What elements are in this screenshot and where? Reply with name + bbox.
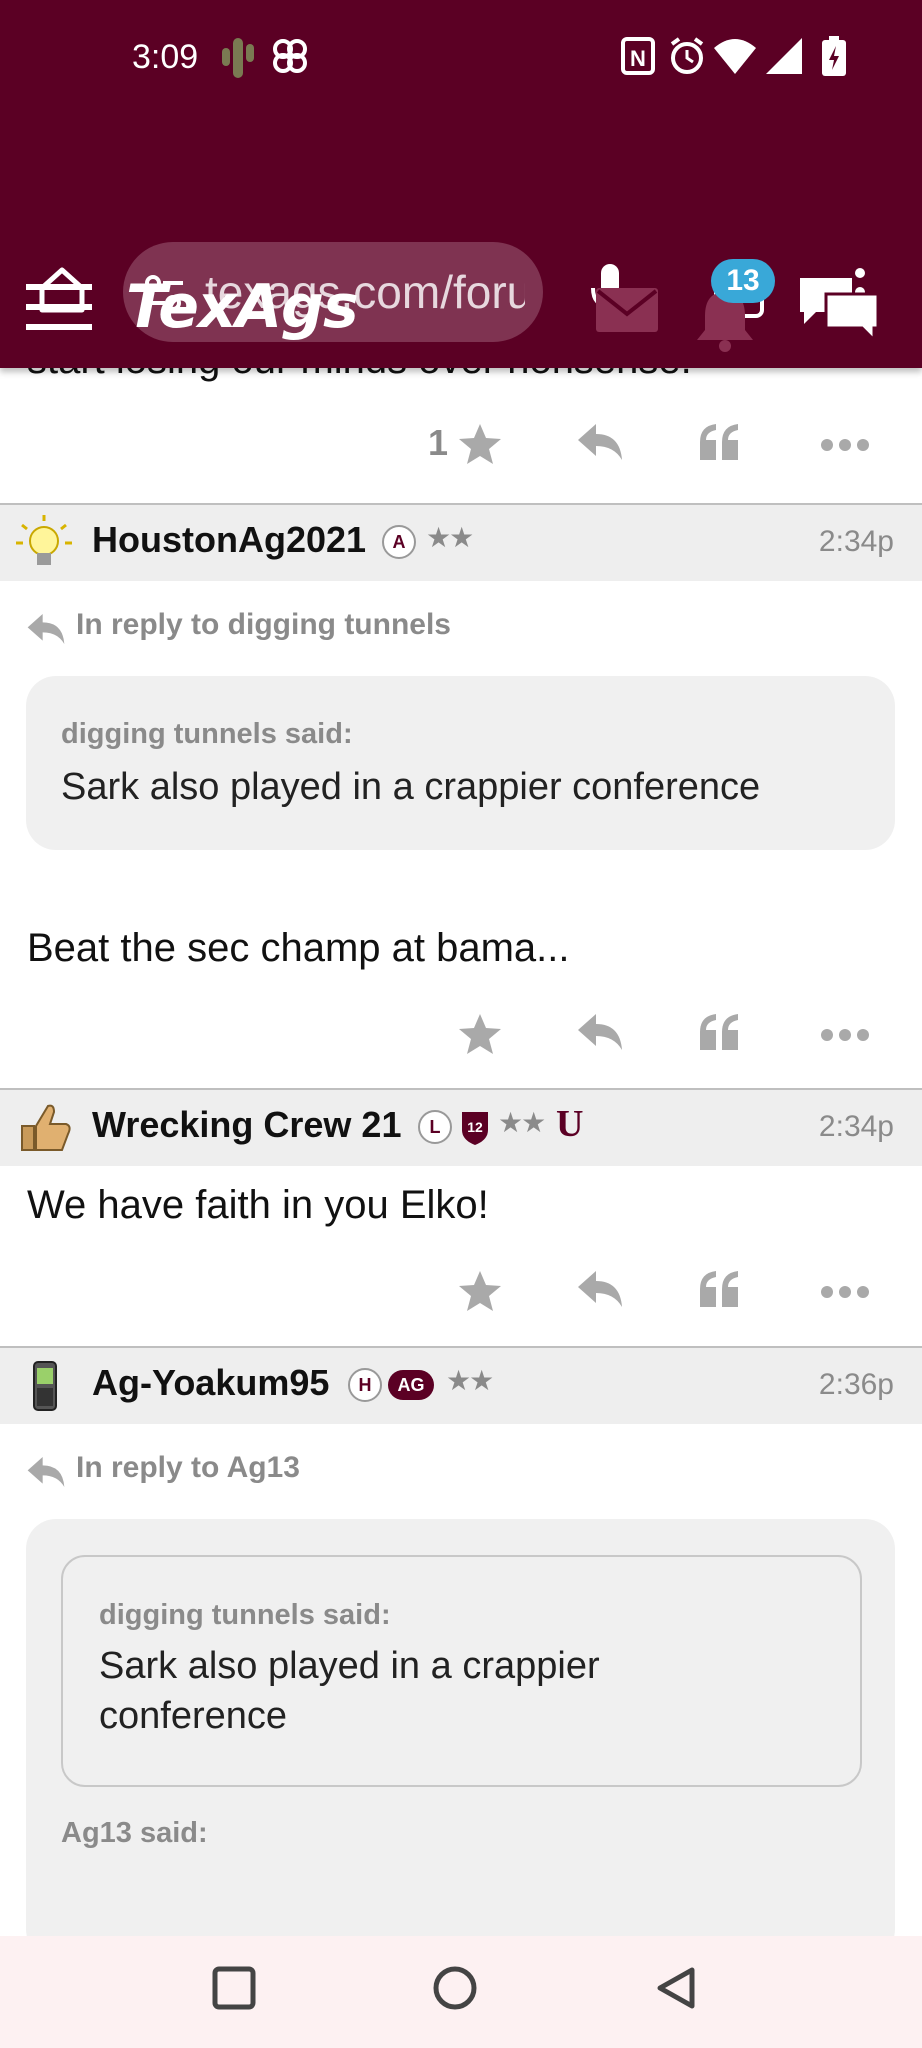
quote-author: digging tunnels said: <box>99 1599 391 1631</box>
post-body: Beat the sec champ at bama... <box>27 926 570 970</box>
status-time: 3:09 <box>132 38 199 76</box>
reply-icon[interactable] <box>576 1269 624 1309</box>
thumbs-up-avatar-icon[interactable] <box>14 1098 74 1158</box>
star-icon[interactable] <box>458 422 502 466</box>
system-nav-bar <box>0 1936 922 2048</box>
nfc-icon: N <box>621 37 655 75</box>
ag-badge: AG <box>388 1370 434 1400</box>
extra-badge: U <box>556 1103 584 1145</box>
reply-icon[interactable] <box>576 1012 624 1052</box>
post-body: We have faith in you Elko! <box>27 1183 489 1227</box>
user-stars: ★★ <box>446 1365 494 1396</box>
site-settings-icon[interactable] <box>143 273 185 313</box>
username[interactable]: HoustonAg2021 <box>92 519 366 561</box>
top-chrome: 3:09 N texags.com/foru TexAgs 13 <box>0 0 922 368</box>
quote-text-line1: Sark also played in a crappier <box>99 1645 600 1687</box>
signal-icon <box>766 38 802 74</box>
post-header: Wrecking Crew 21 L 12 ★★ U 2:34p <box>0 1090 922 1166</box>
username[interactable]: Ag-Yoakum95 <box>92 1362 329 1404</box>
post-actions <box>0 1257 922 1327</box>
nested-quote-block: digging tunnels said: Sark also played i… <box>61 1555 862 1787</box>
mail-icon[interactable] <box>596 288 658 332</box>
phone-avatar-icon[interactable] <box>14 1356 74 1416</box>
post-time: 2:36p <box>818 1368 894 1401</box>
reply-arrow-icon <box>27 614 65 644</box>
alarm-icon <box>670 37 704 74</box>
svg-text:12: 12 <box>467 1119 483 1135</box>
browser-toolbar: texags.com/forum :D <box>0 120 922 342</box>
username[interactable]: Wrecking Crew 21 <box>92 1104 401 1146</box>
wifi-icon <box>714 39 756 74</box>
quote-icon[interactable] <box>698 422 742 462</box>
hamburger-icon[interactable] <box>26 282 92 332</box>
star-icon[interactable] <box>458 1012 502 1056</box>
reply-arrow-icon <box>27 1457 65 1487</box>
post-header: Ag-Yoakum95 H AG ★★ 2:36p <box>0 1348 922 1424</box>
home-circle-icon[interactable] <box>433 1966 477 2010</box>
quote-author: digging tunnels said: <box>61 718 353 750</box>
pinwheel-icon <box>273 39 307 73</box>
post-header: HoustonAg2021 A ★★ 2:34p <box>0 505 922 581</box>
quote-text: Sark also played in a crappier conferenc… <box>61 766 761 808</box>
post-time: 2:34p <box>818 1110 894 1143</box>
more-icon[interactable] <box>820 438 870 452</box>
post-actions: 1 <box>0 410 922 480</box>
reply-icon[interactable] <box>576 422 624 462</box>
user-stars: ★★ <box>498 1107 546 1138</box>
quote-block: digging tunnels said: Sark also played i… <box>26 676 895 850</box>
battery-icon <box>822 36 846 76</box>
quote-icon[interactable] <box>698 1269 742 1309</box>
chat-icon[interactable] <box>796 272 882 344</box>
in-reply-to-label[interactable]: In reply to digging tunnels <box>76 608 451 642</box>
cactus-icon <box>222 38 254 78</box>
twelfth-man-badge-icon: 12 <box>462 1112 488 1145</box>
quote-author: Ag13 said: <box>61 1817 208 1849</box>
post-time: 2:34p <box>818 525 894 558</box>
notification-badge: 13 <box>711 259 775 303</box>
user-badge: H <box>348 1368 382 1402</box>
lightbulb-avatar-icon[interactable] <box>14 513 74 573</box>
in-reply-to-label[interactable]: In reply to Ag13 <box>76 1451 300 1485</box>
recents-icon[interactable] <box>212 1966 256 2010</box>
svg-text:N: N <box>630 46 646 71</box>
back-icon[interactable] <box>654 1966 698 2010</box>
user-stars: ★★ <box>426 522 474 553</box>
quote-block: digging tunnels said: Sark also played i… <box>26 1519 895 1959</box>
more-icon[interactable] <box>820 1285 870 1299</box>
user-badge: A <box>382 525 416 559</box>
status-bar: 3:09 N <box>0 0 922 120</box>
post-actions <box>0 1000 922 1070</box>
quote-text-line2: conference <box>99 1695 288 1737</box>
more-icon[interactable] <box>820 1028 870 1042</box>
quote-icon[interactable] <box>698 1012 742 1052</box>
star-icon[interactable] <box>458 1269 502 1313</box>
user-badge: L <box>418 1110 452 1144</box>
star-count: 1 <box>428 422 449 463</box>
